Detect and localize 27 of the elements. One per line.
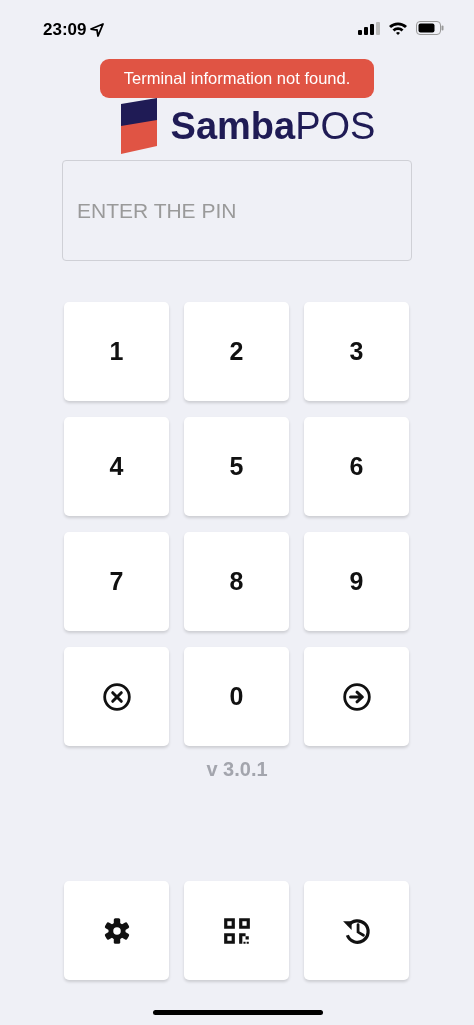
digit-key[interactable]: 5 <box>184 417 289 516</box>
clear-icon <box>101 681 132 712</box>
digit-key[interactable]: 9 <box>304 532 409 631</box>
status-time: 23:09 <box>43 19 87 41</box>
signal-icon <box>358 21 380 35</box>
settings-button[interactable] <box>64 881 169 980</box>
history-button[interactable] <box>304 881 409 980</box>
arrow-right-circle-icon <box>341 681 372 712</box>
qr-button[interactable] <box>184 881 289 980</box>
digit-key[interactable]: 6 <box>304 417 409 516</box>
logo-text: SambaPOS <box>170 107 376 145</box>
wifi-icon <box>388 21 408 35</box>
version-label: v 3.0.1 <box>205 757 269 782</box>
qr-code-icon <box>221 915 252 946</box>
digit-key[interactable]: 7 <box>64 532 169 631</box>
battery-icon <box>416 21 444 35</box>
clear-button[interactable] <box>64 647 169 746</box>
enter-button[interactable] <box>304 647 409 746</box>
digit-key[interactable]: 8 <box>184 532 289 631</box>
pin-field[interactable]: ENTER THE PIN <box>62 160 412 261</box>
location-icon <box>90 22 105 37</box>
digit-key[interactable]: 1 <box>64 302 169 401</box>
digit-key[interactable]: 4 <box>64 417 169 516</box>
error-toast: Terminal information not found. <box>100 59 374 98</box>
digit-key[interactable]: 2 <box>184 302 289 401</box>
digit-key[interactable]: 0 <box>184 647 289 746</box>
digit-key[interactable]: 3 <box>304 302 409 401</box>
